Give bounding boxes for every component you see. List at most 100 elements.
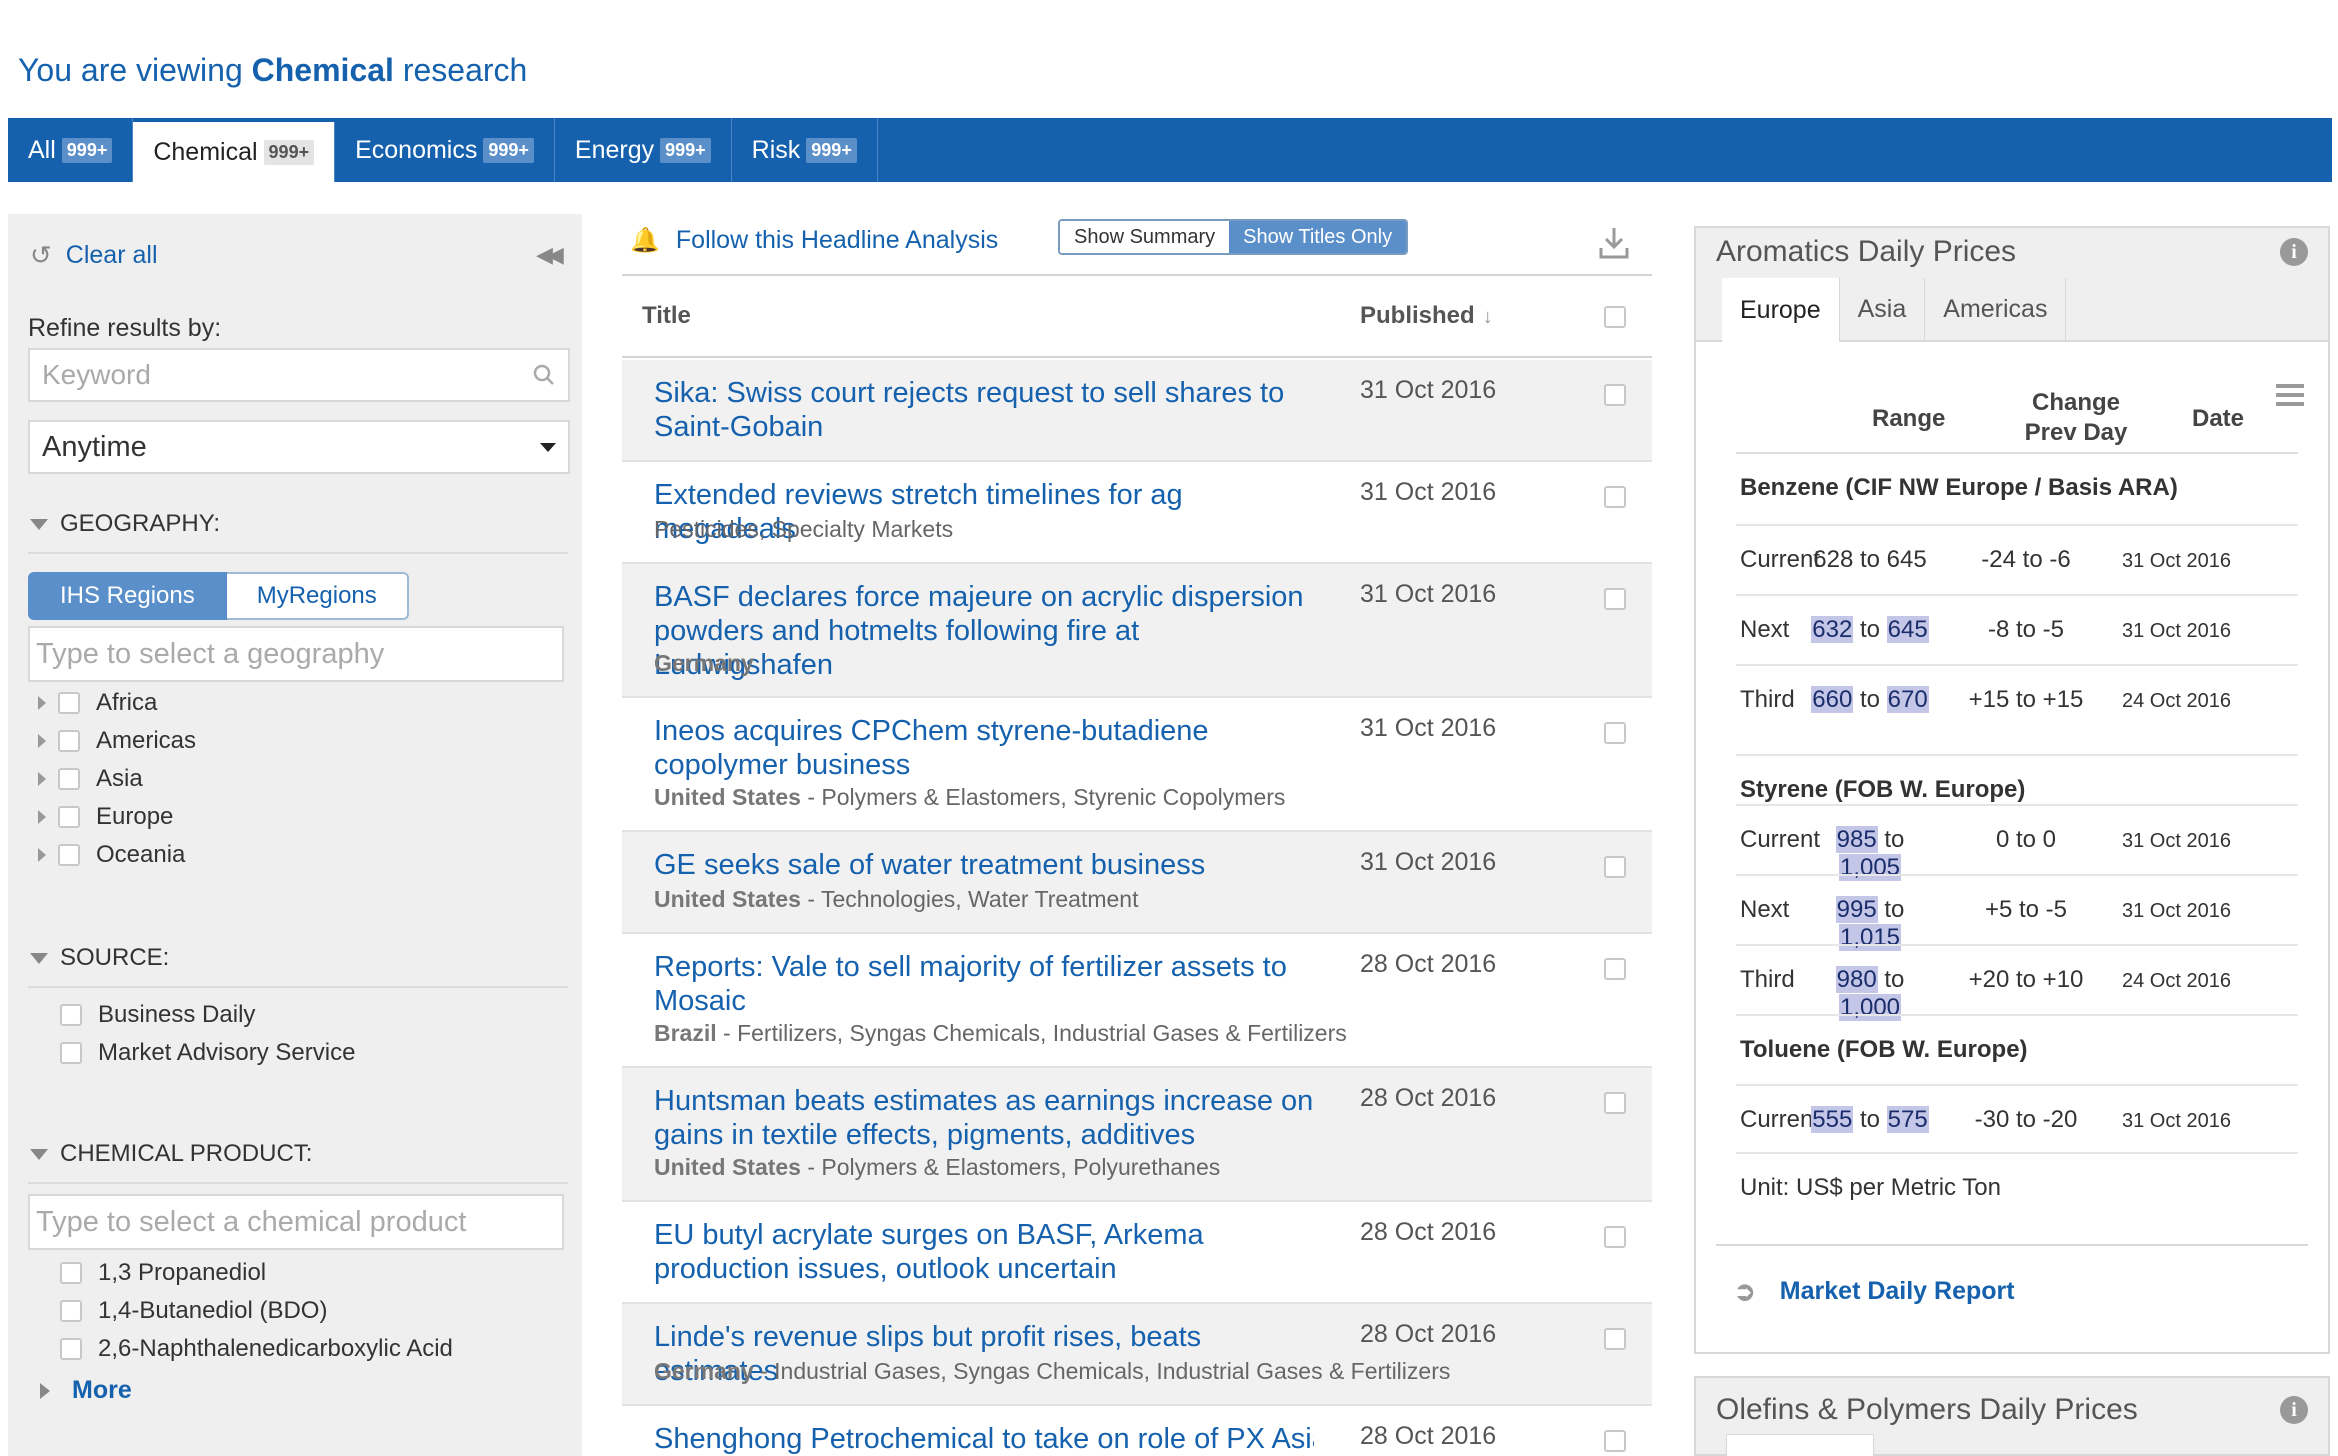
- my-regions-button[interactable]: MyRegions: [226, 572, 409, 620]
- article-checkbox[interactable]: [1604, 588, 1626, 610]
- range-high: 645: [1886, 546, 1927, 573]
- widget-title: Olefins & Polymers Daily Prices: [1716, 1393, 2138, 1426]
- expand-arrow-icon[interactable]: [38, 696, 46, 710]
- geography-item-americas[interactable]: Americas: [38, 726, 196, 756]
- tab-chemical[interactable]: Chemical 999+: [133, 122, 336, 182]
- keyword-input[interactable]: Keyword: [28, 348, 570, 402]
- geography-section-toggle[interactable]: GEOGRAPHY:: [30, 510, 220, 538]
- article-checkbox[interactable]: [1604, 856, 1626, 878]
- chemical-product-input[interactable]: Type to select a chemical product: [28, 1194, 564, 1250]
- info-icon[interactable]: i: [2280, 1396, 2308, 1424]
- column-header-title[interactable]: Title: [642, 302, 691, 330]
- article-date: 31 Oct 2016: [1360, 376, 1497, 404]
- article-title-link[interactable]: Ineos acquires CPChem styrene-butadiene …: [654, 714, 1314, 782]
- tab-energy[interactable]: Energy 999+: [555, 118, 732, 182]
- source-item-market-advisory[interactable]: Market Advisory Service: [60, 1038, 355, 1068]
- geography-item-asia[interactable]: Asia: [38, 764, 143, 794]
- tab-americas[interactable]: Americas: [1925, 278, 2067, 340]
- collapse-panel-icon[interactable]: ◀◀: [536, 242, 564, 268]
- article-title-link[interactable]: Reports: Vale to sell majority of fertil…: [654, 950, 1314, 1018]
- more-products-link[interactable]: More: [40, 1376, 132, 1405]
- article-row: Huntsman beats estimates as earnings inc…: [622, 1068, 1652, 1202]
- geography-item-europe[interactable]: Europe: [38, 802, 173, 832]
- article-checkbox[interactable]: [1604, 958, 1626, 980]
- article-checkbox[interactable]: [1604, 1430, 1626, 1452]
- checkbox[interactable]: [58, 730, 80, 752]
- article-checkbox[interactable]: [1604, 1092, 1626, 1114]
- product-item[interactable]: 2,6-Naphthalenedicarboxylic Acid: [60, 1334, 453, 1364]
- article-tags: - Polymers & Elastomers, Styrenic Copoly…: [800, 784, 1286, 810]
- tab-europe[interactable]: Europe: [1722, 278, 1840, 342]
- range-to: to: [1859, 1106, 1880, 1133]
- expand-arrow-icon[interactable]: [38, 848, 46, 862]
- price-period: Current: [1740, 546, 1821, 573]
- article-title-link[interactable]: Shenghong Petrochemical to take on role …: [654, 1422, 1314, 1456]
- article-row: EU butyl acrylate surges on BASF, Arkema…: [622, 1202, 1652, 1304]
- checkbox[interactable]: [60, 1338, 82, 1360]
- product-item[interactable]: 1,4-Butanediol (BDO): [60, 1296, 327, 1326]
- show-summary-button[interactable]: Show Summary: [1060, 221, 1230, 253]
- checkbox[interactable]: [58, 806, 80, 828]
- select-all-checkbox[interactable]: [1604, 306, 1626, 328]
- ihs-regions-button[interactable]: IHS Regions: [28, 572, 227, 620]
- article-checkbox[interactable]: [1604, 384, 1626, 406]
- time-range-select[interactable]: Anytime: [28, 420, 570, 474]
- column-header-published[interactable]: Published ↓: [1360, 302, 1493, 330]
- article-tags: Pesticides, Specialty Markets: [654, 516, 954, 542]
- article-title-link[interactable]: GE seeks sale of water treatment busines…: [654, 848, 1314, 882]
- price-change: +5 to -5: [1984, 896, 2068, 923]
- geography-item-africa[interactable]: Africa: [38, 688, 157, 718]
- count-badge: 999+: [263, 139, 315, 165]
- article-checkbox[interactable]: [1604, 1328, 1626, 1350]
- checkbox[interactable]: [60, 1262, 82, 1284]
- article-row: BASF declares force majeure on acrylic d…: [622, 564, 1652, 698]
- article-title-link[interactable]: Sika: Swiss court rejects request to sel…: [654, 376, 1314, 444]
- count-badge: 999+: [483, 137, 534, 163]
- count-badge: 999+: [806, 137, 857, 163]
- range-to: to: [1859, 546, 1880, 573]
- source-section-toggle[interactable]: SOURCE:: [30, 944, 169, 972]
- price-range: 555 to 575: [1810, 1106, 1930, 1134]
- source-item-business-daily[interactable]: Business Daily: [60, 1000, 255, 1030]
- price-row: Next 632 to 645 -8 to -5 31 Oct 2016: [1736, 594, 2298, 664]
- article-row: Sika: Swiss court rejects request to sel…: [622, 360, 1652, 462]
- article-date: 28 Oct 2016: [1360, 1422, 1497, 1450]
- article-meta: Germany - Industrial Gases, Syngas Chemi…: [654, 1358, 1450, 1385]
- range-low: 985: [1835, 826, 1878, 853]
- article-checkbox[interactable]: [1604, 1226, 1626, 1248]
- expand-arrow-icon[interactable]: [38, 810, 46, 824]
- checkbox[interactable]: [58, 844, 80, 866]
- checkbox[interactable]: [60, 1042, 82, 1064]
- chemical-product-section-toggle[interactable]: CHEMICAL PRODUCT:: [30, 1140, 312, 1168]
- checkbox[interactable]: [60, 1300, 82, 1322]
- tab-economics[interactable]: Economics 999+: [335, 118, 555, 182]
- tab-risk[interactable]: Risk 999+: [732, 118, 878, 182]
- show-titles-only-button[interactable]: Show Titles Only: [1229, 221, 1407, 253]
- widget-tab-stub: [1726, 1434, 1874, 1456]
- geography-item-oceania[interactable]: Oceania: [38, 840, 185, 870]
- clear-all-button[interactable]: ↺ Clear all: [30, 240, 158, 271]
- info-icon[interactable]: i: [2280, 238, 2308, 266]
- article-checkbox[interactable]: [1604, 486, 1626, 508]
- search-icon[interactable]: [532, 363, 556, 387]
- checkbox[interactable]: [58, 768, 80, 790]
- tab-asia[interactable]: Asia: [1840, 278, 1926, 340]
- expand-arrow-icon[interactable]: [38, 772, 46, 786]
- follow-headline-link[interactable]: 🔔 Follow this Headline Analysis: [630, 226, 998, 255]
- article-title-link[interactable]: EU butyl acrylate surges on BASF, Arkema…: [654, 1218, 1314, 1286]
- market-daily-report-link[interactable]: ➲ Market Daily Report: [1734, 1276, 2015, 1307]
- price-change: -8 to -5: [1987, 616, 2065, 643]
- download-icon[interactable]: [1598, 226, 1630, 268]
- checkbox[interactable]: [58, 692, 80, 714]
- geography-input[interactable]: Type to select a geography: [28, 626, 564, 682]
- article-title-link[interactable]: Huntsman beats estimates as earnings inc…: [654, 1084, 1314, 1152]
- expand-arrow-icon[interactable]: [38, 734, 46, 748]
- checkbox[interactable]: [60, 1004, 82, 1026]
- product-item[interactable]: 1,3 Propanediol: [60, 1258, 266, 1288]
- range-high: 575: [1886, 1106, 1929, 1133]
- source-title: SOURCE:: [60, 944, 170, 971]
- tab-all[interactable]: All 999+: [8, 118, 134, 182]
- article-checkbox[interactable]: [1604, 722, 1626, 744]
- hamburger-menu-icon[interactable]: [2276, 384, 2304, 411]
- divider: [28, 552, 568, 554]
